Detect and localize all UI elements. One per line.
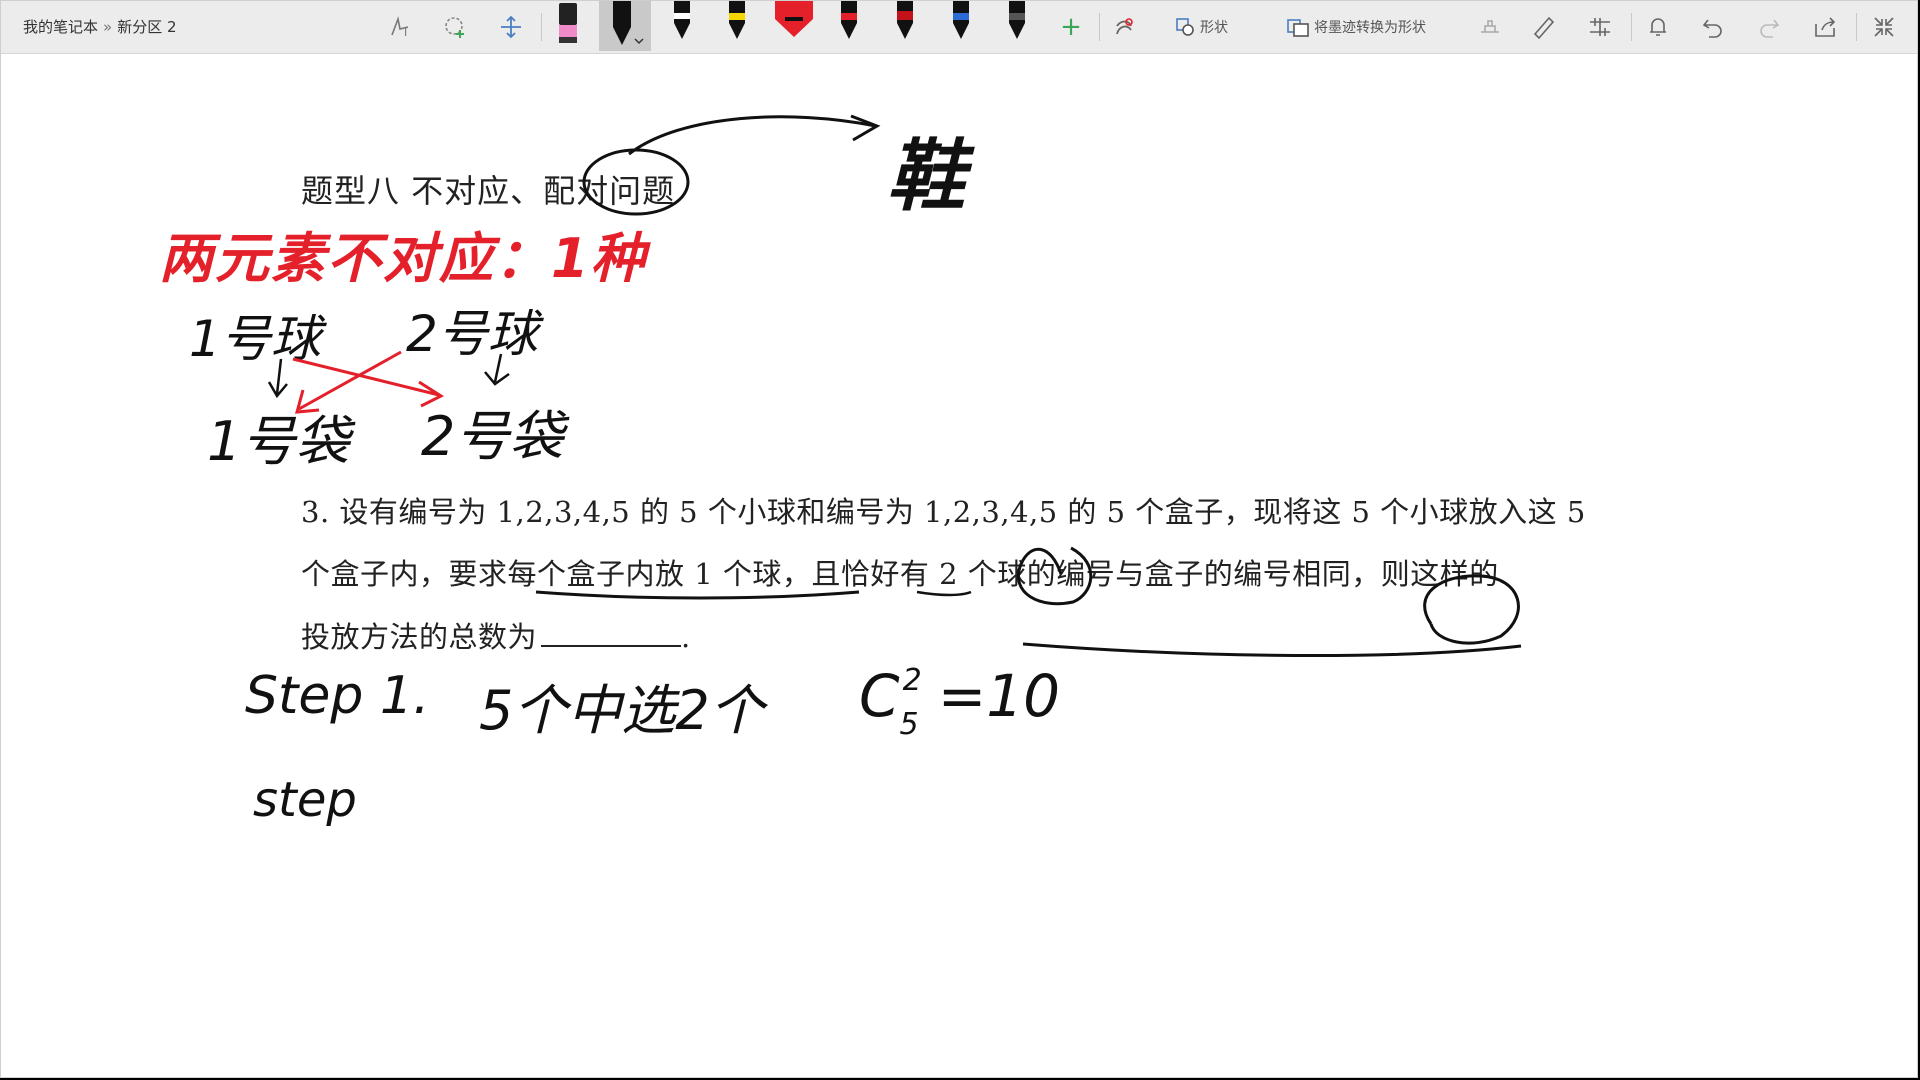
- ink-to-shape-label: 将墨迹转换为形状: [1314, 20, 1426, 36]
- onenote-window: 我的笔记本 » 新分区 2 I + 形状 将墨迹转换为形状 题型八 不对应、配对问…: [0, 0, 1918, 1078]
- ink-to-math-icon[interactable]: [1473, 1, 1507, 53]
- bell-icon[interactable]: [1641, 1, 1675, 53]
- breadcrumb-separator: »: [103, 18, 113, 36]
- handwriting-shoe: 鞋: [887, 132, 966, 222]
- ink-arrow-to-shoe: [628, 115, 877, 156]
- redo-icon[interactable]: [1752, 1, 1786, 53]
- breadcrumb[interactable]: 我的笔记本 » 新分区 2: [23, 16, 177, 37]
- combination-c: C: [859, 662, 900, 730]
- problem-text-line-3-body: 投放方法的总数为: [301, 620, 538, 654]
- breadcrumb-notebook[interactable]: 我的笔记本: [23, 18, 98, 36]
- add-pen-icon[interactable]: +: [1054, 1, 1088, 53]
- pen-red-marker[interactable]: [771, 1, 817, 51]
- pen-black[interactable]: [665, 1, 699, 51]
- ink-arrowhead-shoe: [850, 114, 881, 142]
- shape-icon: [1176, 18, 1194, 36]
- pen-yellow[interactable]: [720, 1, 754, 51]
- draw-toolbar: 我的笔记本 » 新分区 2 I + 形状 将墨迹转换为形状: [1, 1, 1917, 54]
- problem-text-line-1: 3. 设有编号为 1,2,3,4,5 的 5 个小球和编号为 1,2,3,4,5…: [301, 495, 1586, 529]
- ink-to-shape-button[interactable]: 将墨迹转换为形状: [1263, 1, 1449, 53]
- toolbar-divider: [1631, 13, 1632, 41]
- breadcrumb-section[interactable]: 新分区 2: [117, 18, 176, 36]
- problem-text-line-2: 个盒子内，要求每个盒子内放 1 个球，且恰好有 2 个球的编号与盒子的编号相同，…: [301, 557, 1499, 591]
- align-icon[interactable]: [1583, 1, 1617, 53]
- answer-blank: [541, 619, 682, 647]
- handwriting-combination: C5 2 =10: [859, 662, 1061, 742]
- pen-red[interactable]: [832, 1, 866, 51]
- toolbar-divider: [1856, 13, 1857, 41]
- svg-text:I: I: [404, 26, 407, 39]
- undo-icon[interactable]: [1696, 1, 1730, 53]
- toolbar-divider: [541, 13, 542, 41]
- insert-space-icon[interactable]: [494, 1, 528, 53]
- note-canvas[interactable]: 题型八 不对应、配对问题 3. 设有编号为 1,2,3,4,5 的 5 个小球和…: [1, 54, 1917, 1077]
- ruler-icon[interactable]: [1527, 1, 1561, 53]
- ink-underline-numbers: [1022, 642, 1522, 658]
- problem-text-line-3-end: .: [681, 620, 691, 654]
- combination-result: =10: [937, 662, 1061, 730]
- handwriting-two-elements-rule: 两元素不对应：1种: [159, 227, 647, 290]
- pen-dark-red[interactable]: [888, 1, 922, 51]
- share-icon[interactable]: [1808, 1, 1842, 53]
- handwriting-ball-1: 1号球: [189, 310, 321, 368]
- pen-pink-highlighter[interactable]: [551, 1, 585, 51]
- problem-type-title: 题型八 不对应、配对问题: [301, 172, 676, 210]
- combination-subscript: 5: [899, 707, 919, 742]
- handwriting-ball-2: 2号球: [406, 305, 538, 363]
- pen-black-selected[interactable]: [599, 1, 651, 51]
- handwriting-bag-1: 1号袋: [207, 410, 350, 473]
- handwriting-step1-label: Step 1.: [245, 666, 430, 726]
- collapse-icon[interactable]: [1867, 1, 1901, 53]
- toolbar-divider: [1099, 13, 1100, 41]
- pen-blue[interactable]: [944, 1, 978, 51]
- problem-text-line-3: 投放方法的总数为.: [301, 614, 691, 656]
- ink-replay-icon[interactable]: [1107, 1, 1141, 53]
- shape-label: 形状: [1200, 20, 1228, 36]
- combination-superscript: 2: [902, 663, 922, 698]
- handwriting-step2-label: step: [253, 772, 357, 828]
- handwriting-bag-2: 2号袋: [421, 405, 564, 468]
- pen-dark[interactable]: [1000, 1, 1034, 51]
- lasso-select-icon[interactable]: I: [384, 1, 418, 53]
- ink-to-shape-icon: [1287, 19, 1309, 37]
- eraser-lasso-icon[interactable]: [438, 1, 472, 53]
- shape-button[interactable]: 形状: [1161, 1, 1241, 53]
- handwriting-step1-text: 5个中选2个: [479, 679, 764, 742]
